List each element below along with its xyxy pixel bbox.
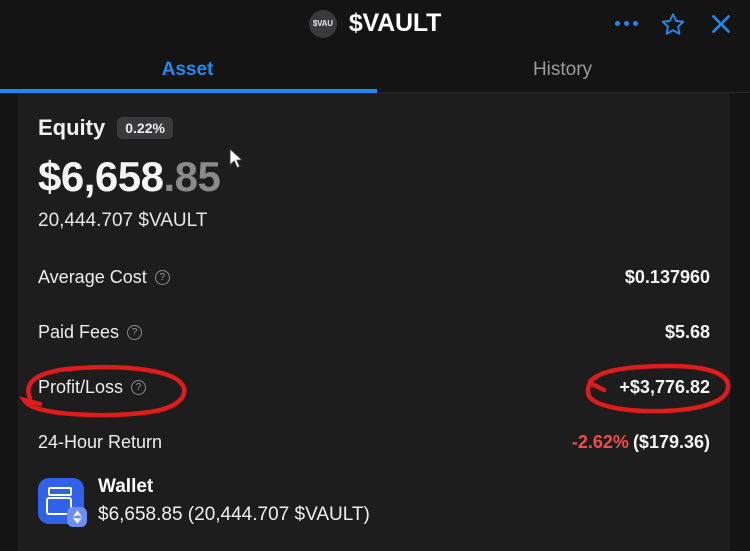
help-circle-icon[interactable]: ? [154, 270, 170, 285]
stat-row-24-hour-return: 24-Hour Return -2.62% ($179.36) [38, 415, 710, 470]
equity-balance: $6,658.85 [38, 156, 710, 198]
header-actions [615, 0, 734, 47]
help-circle-icon[interactable]: ? [131, 380, 147, 395]
return-amount: ($179.36) [632, 432, 710, 452]
wallet-card-back-shape [48, 487, 72, 496]
favorite-star-icon[interactable] [660, 11, 686, 37]
token-detail-window: $VAU $VAULT Asset History Equity 0.22% $… [0, 0, 750, 551]
wallet-texts: Wallet $6,658.85 (20,444.707 $VAULT) [98, 476, 370, 526]
tab-bar: Asset History [0, 47, 750, 93]
average-cost-label: Average Cost [38, 267, 147, 287]
stat-left-profit-loss: Profit/Loss ? [38, 377, 147, 398]
equity-balance-whole: $6,658 [38, 153, 164, 200]
equity-label: Equity [38, 115, 106, 140]
profit-loss-label: Profit/Loss [38, 377, 124, 397]
tab-history[interactable]: History [375, 47, 750, 92]
equity-token-amount: 20,444.707 $VAULT [38, 210, 208, 231]
profit-loss-value: +$3,776.82 [619, 377, 710, 397]
wallet-amount: $6,658.85 (20,444.707 $VAULT) [98, 504, 370, 525]
token-avatar-icon: $VAU [308, 9, 337, 38]
average-cost-value: $0.137960 [624, 267, 710, 287]
stat-left-average-cost: Average Cost ? [38, 267, 170, 288]
twenty-four-hour-return-value: -2.62% ($179.36) [572, 432, 710, 453]
equity-share-badge: 0.22% [117, 117, 173, 139]
paid-fees-label: Paid Fees [38, 322, 120, 342]
asset-panel: Equity 0.22% $6,658.85 20,444.707 $VAULT… [18, 93, 730, 551]
asset-tab-body: Equity 0.22% $6,658.85 20,444.707 $VAULT… [0, 93, 750, 551]
page-title: $VAULT [348, 9, 442, 37]
wallet-icon [38, 478, 87, 527]
ellipsis-glyph [615, 21, 638, 26]
ethereum-glyph [72, 510, 82, 524]
more-options-icon[interactable] [615, 21, 638, 26]
equity-header: Equity 0.22% [38, 93, 710, 141]
wallet-row[interactable]: Wallet $6,658.85 (20,444.707 $VAULT) [38, 476, 710, 527]
twenty-four-hour-return-label: 24-Hour Return [38, 432, 163, 452]
stat-left-paid-fees: Paid Fees ? [38, 322, 143, 343]
header-title-group: $VAU $VAULT [308, 9, 442, 38]
tab-asset[interactable]: Asset [0, 47, 375, 92]
stat-left-24-hour-return: 24-Hour Return [38, 432, 162, 453]
help-circle-icon[interactable]: ? [127, 325, 143, 340]
ethereum-icon [67, 507, 87, 527]
tab-history-label: History [532, 58, 593, 80]
star-glyph [661, 12, 685, 35]
tab-asset-label: Asset [161, 58, 214, 80]
close-glyph [712, 14, 730, 33]
equity-balance-cents: .85 [163, 153, 221, 200]
close-icon[interactable] [708, 11, 734, 37]
stat-row-paid-fees: Paid Fees ? $5.68 [38, 305, 710, 360]
stat-row-profit-loss: Profit/Loss ? +$3,776.82 [38, 360, 710, 415]
window-header: $VAU $VAULT [0, 0, 750, 47]
token-avatar-label: $VAU [312, 19, 333, 28]
return-percent: -2.62% [571, 432, 629, 452]
wallet-name: Wallet [98, 476, 154, 497]
paid-fees-value: $5.68 [664, 322, 710, 342]
stat-row-average-cost: Average Cost ? $0.137960 [38, 250, 710, 305]
